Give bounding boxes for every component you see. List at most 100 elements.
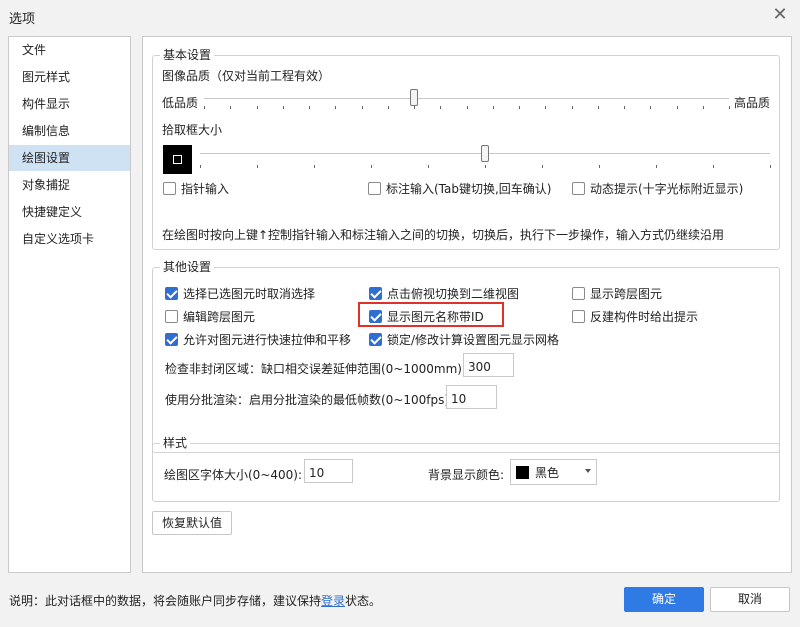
black-swatch bbox=[516, 465, 529, 479]
show-cross-layer-checkbox[interactable]: 显示跨层图元 bbox=[572, 285, 662, 302]
nav-item-edit-info[interactable]: 编制信息 bbox=[9, 118, 130, 144]
slider-tick bbox=[440, 106, 441, 109]
top-view-2d-label: 点击俯视切换到二维视图 bbox=[387, 287, 520, 301]
high-quality-label: 高品质 bbox=[734, 96, 771, 110]
annotation-input-label: 标注输入(Tab键切换,回车确认) bbox=[386, 182, 552, 196]
slider-tick bbox=[204, 106, 205, 109]
slider-tick bbox=[485, 165, 486, 168]
reverse-build-prompt-label: 反建构件时给出提示 bbox=[590, 310, 699, 324]
image-quality-label: 图像品质（仅对当前工程有效） bbox=[162, 69, 331, 83]
slider-tick bbox=[713, 165, 714, 168]
dialog-title: 选项 bbox=[9, 12, 36, 27]
deselect-on-reselect-box bbox=[165, 287, 178, 300]
nav-item-drawing-settings[interactable]: 绘图设置 bbox=[9, 145, 130, 171]
pickbox-square-icon bbox=[173, 155, 182, 164]
slider-tick bbox=[388, 106, 389, 109]
background-color-value: 黑色 bbox=[535, 465, 560, 480]
slider-tick bbox=[230, 106, 231, 109]
font-size-label: 绘图区字体大小(0~400): bbox=[164, 468, 303, 482]
lock-calc-grid-box bbox=[369, 333, 382, 346]
gap-range-label: 检查非封闭区域：缺口相交误差延伸范围(0~1000mm): bbox=[165, 362, 467, 376]
image-quality-thumb[interactable] bbox=[410, 89, 418, 106]
ok-button[interactable]: 确定 bbox=[624, 587, 704, 612]
restore-defaults-button[interactable]: 恢复默认值 bbox=[152, 511, 232, 535]
low-quality-label: 低品质 bbox=[162, 96, 199, 110]
pointer-input-label: 指针输入 bbox=[181, 182, 230, 196]
quick-stretch-move-label: 允许对图元进行快速拉伸和平移 bbox=[183, 333, 352, 347]
dynamic-hint-box bbox=[572, 182, 585, 195]
annotation-input-checkbox[interactable]: 标注输入(Tab键切换,回车确认) bbox=[368, 180, 552, 197]
close-icon[interactable]: ✕ bbox=[770, 5, 790, 25]
font-size-input[interactable] bbox=[304, 459, 353, 483]
slider-tick bbox=[257, 106, 258, 109]
pickbox-size-label: 拾取框大小 bbox=[162, 123, 223, 137]
batch-render-fps-input[interactable] bbox=[446, 385, 497, 409]
slider-tick bbox=[677, 106, 678, 109]
login-link[interactable]: 登录 bbox=[321, 594, 345, 608]
deselect-on-reselect-label: 选择已选图元时取消选择 bbox=[183, 287, 316, 301]
options-nav: 文件 图元样式 构件显示 编制信息 绘图设置 对象捕捉 快捷键定义 自定义选项卡 bbox=[8, 36, 131, 573]
slider-tick bbox=[519, 106, 520, 109]
lock-calc-grid-label: 锁定/修改计算设置图元显示网格 bbox=[387, 333, 560, 347]
pointer-input-box bbox=[163, 182, 176, 195]
nav-item-custom-tabs[interactable]: 自定义选项卡 bbox=[9, 226, 130, 252]
nav-item-object-snap[interactable]: 对象捕捉 bbox=[9, 172, 130, 198]
pointer-input-checkbox[interactable]: 指针输入 bbox=[163, 180, 229, 197]
pickbox-size-thumb[interactable] bbox=[481, 145, 489, 162]
slider-tick bbox=[200, 165, 201, 168]
slider-tick bbox=[493, 106, 494, 109]
image-quality-track bbox=[204, 98, 729, 99]
slider-tick bbox=[414, 106, 415, 109]
quick-stretch-move-checkbox[interactable]: 允许对图元进行快速拉伸和平移 bbox=[165, 331, 351, 348]
slider-tick bbox=[428, 165, 429, 168]
deselect-on-reselect-checkbox[interactable]: 选择已选图元时取消选择 bbox=[165, 285, 315, 302]
slider-tick bbox=[309, 106, 310, 109]
edit-cross-layer-box bbox=[165, 310, 178, 323]
slider-tick bbox=[729, 106, 730, 109]
slider-tick bbox=[656, 165, 657, 168]
cancel-button[interactable]: 取消 bbox=[710, 587, 790, 612]
footer-note-prefix: 说明：此对话框中的数据，将会随账户同步存储，建议保持 bbox=[9, 594, 322, 608]
top-view-2d-checkbox[interactable]: 点击俯视切换到二维视图 bbox=[369, 285, 519, 302]
dynamic-hint-label: 动态提示(十字光标附近显示) bbox=[590, 182, 744, 196]
title-bar: 选项 ✕ bbox=[0, 0, 800, 34]
nav-item-component-display[interactable]: 构件显示 bbox=[9, 91, 130, 117]
lock-calc-grid-checkbox[interactable]: 锁定/修改计算设置图元显示网格 bbox=[369, 331, 559, 348]
gap-range-input[interactable] bbox=[463, 353, 514, 377]
top-view-2d-box bbox=[369, 287, 382, 300]
edit-cross-layer-label: 编辑跨层图元 bbox=[183, 310, 256, 324]
footer-note-suffix: 状态。 bbox=[345, 594, 382, 608]
slider-tick bbox=[572, 106, 573, 109]
other-settings-legend: 其他设置 bbox=[160, 260, 215, 274]
slider-tick bbox=[283, 106, 284, 109]
slider-tick bbox=[314, 165, 315, 168]
annotation-input-box bbox=[368, 182, 381, 195]
slider-tick bbox=[371, 165, 372, 168]
quick-stretch-move-box bbox=[165, 333, 178, 346]
nav-item-shortcuts[interactable]: 快捷键定义 bbox=[9, 199, 130, 225]
background-color-label: 背景显示颜色: bbox=[428, 468, 505, 482]
chevron-down-icon bbox=[585, 469, 591, 473]
basic-settings-legend: 基本设置 bbox=[160, 48, 215, 62]
slider-tick bbox=[545, 106, 546, 109]
nav-item-element-style[interactable]: 图元样式 bbox=[9, 64, 130, 90]
nav-item-file[interactable]: 文件 bbox=[9, 37, 130, 63]
batch-render-label: 使用分批渲染：启用分批渲染的最低帧数(0~100fps): bbox=[165, 393, 454, 407]
slider-tick bbox=[542, 165, 543, 168]
footer-note: 说明：此对话框中的数据，将会随账户同步存储，建议保持登录状态。 bbox=[9, 592, 381, 609]
slider-tick bbox=[257, 165, 258, 168]
show-cross-layer-box bbox=[572, 287, 585, 300]
reverse-build-prompt-checkbox[interactable]: 反建构件时给出提示 bbox=[572, 308, 698, 325]
slider-tick bbox=[599, 165, 600, 168]
slider-tick bbox=[650, 106, 651, 109]
slider-tick bbox=[362, 106, 363, 109]
background-color-select[interactable]: 黑色 bbox=[510, 459, 597, 485]
reverse-build-prompt-box bbox=[572, 310, 585, 323]
slider-tick bbox=[624, 106, 625, 109]
show-cross-layer-label: 显示跨层图元 bbox=[590, 287, 663, 301]
slider-tick bbox=[598, 106, 599, 109]
edit-cross-layer-checkbox[interactable]: 编辑跨层图元 bbox=[165, 308, 255, 325]
slider-tick bbox=[467, 106, 468, 109]
input-switch-hint: 在绘图时按向上键↑控制指针输入和标注输入之间的切换，切换后，执行下一步操作，输入… bbox=[162, 228, 725, 242]
dynamic-hint-checkbox[interactable]: 动态提示(十字光标附近显示) bbox=[572, 180, 743, 197]
